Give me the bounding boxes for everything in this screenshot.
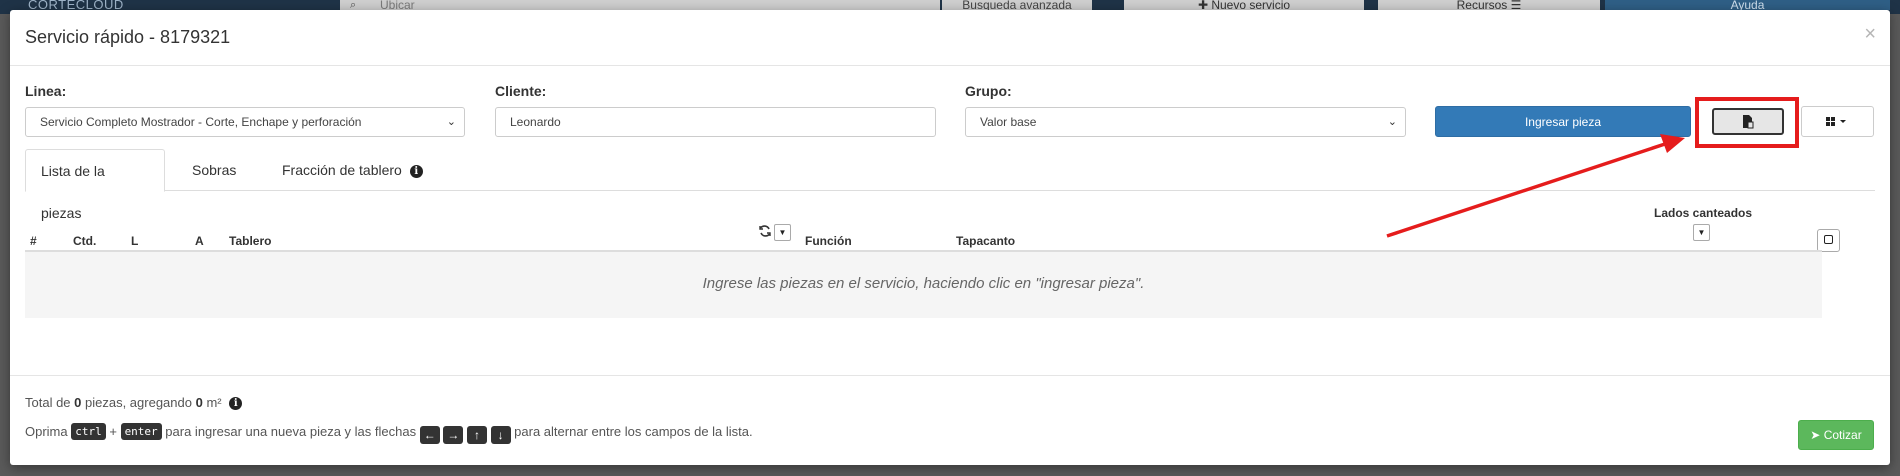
background-logo: CORTECLOUD	[28, 0, 124, 12]
linea-select[interactable]: Servicio Completo Mostrador - Corte, Enc…	[25, 107, 465, 137]
col-a: A	[195, 234, 204, 248]
total-m2: 0	[195, 395, 203, 410]
linea-select-value: Servicio Completo Mostrador - Corte, Enc…	[40, 115, 362, 129]
select-all-checkbox[interactable]	[1817, 229, 1840, 252]
totals-unit: m²	[202, 395, 222, 410]
col-tapacanto: Tapacanto	[956, 234, 1016, 248]
refresh-icon[interactable]	[758, 224, 772, 238]
lados-dropdown-button[interactable]: ▼	[1693, 224, 1710, 241]
totals-prefix: Total de	[25, 395, 75, 410]
info-icon[interactable]: i	[229, 397, 243, 410]
empty-message: Ingrese las piezas en el servicio, hacie…	[702, 275, 1145, 292]
tab-bar: Lista de la piezas Sobras Fracción de ta…	[25, 149, 1875, 221]
totals-mid: piezas, agregando	[81, 395, 196, 410]
col-funcion: Función	[805, 234, 852, 248]
background-new-service-button: ✚ Nuevo servicio	[1124, 0, 1364, 11]
quote-button[interactable]: ➤ Cotizar	[1798, 420, 1874, 450]
background-help-button: Ayuda	[1605, 0, 1890, 11]
cliente-input[interactable]: Leonardo	[495, 107, 936, 137]
background-resources-button: Recursos ☰	[1378, 0, 1600, 11]
col-qty: Ctd.	[73, 234, 97, 248]
view-options-button[interactable]	[1801, 106, 1874, 137]
tab-board-fraction[interactable]: Fracción de tablero i	[267, 149, 438, 191]
grupo-select-value: Valor base	[980, 115, 1037, 129]
grid-icon	[1826, 117, 1846, 126]
chevron-down-icon: ⌄	[1387, 116, 1397, 128]
col-l: L	[131, 234, 139, 248]
add-piece-button[interactable]: Ingresar pieza	[1435, 106, 1691, 137]
key-ctrl: ctrl	[71, 423, 106, 440]
table-empty-row: Ingrese las piezas en el servicio, hacie…	[25, 252, 1822, 318]
arrow-down-icon: ↓	[490, 426, 511, 444]
keyboard-hint: Oprima ctrl + enter para ingresar una nu…	[25, 423, 753, 444]
col-num: #	[30, 234, 37, 248]
col-tablero: Tablero	[229, 234, 272, 248]
tablero-dropdown-button[interactable]: ▼	[774, 224, 791, 241]
tab-pieces-list[interactable]: Lista de la piezas	[25, 149, 165, 221]
arrow-right-icon: →	[443, 426, 464, 444]
hint-prefix: Oprima	[25, 424, 72, 439]
background-search-input: Ubicar	[340, 0, 940, 11]
info-icon[interactable]: i	[409, 165, 423, 178]
tab-sobras[interactable]: Sobras	[177, 149, 251, 191]
arrow-up-icon: ↑	[466, 426, 487, 444]
quick-service-modal: Servicio rápido - 8179321 × Linea: Servi…	[10, 10, 1890, 465]
footer-divider	[10, 375, 1890, 376]
quote-button-label: Cotizar	[1823, 428, 1862, 442]
tab-pieces-list-label: Lista de la piezas	[41, 163, 105, 221]
hint-plus: +	[105, 424, 121, 439]
close-icon[interactable]: ×	[1864, 24, 1876, 44]
modal-title: Servicio rápido - 8179321	[25, 27, 231, 47]
arrow-left-icon: ←	[419, 426, 440, 444]
cliente-label: Cliente:	[495, 83, 547, 99]
tab-sobras-label: Sobras	[192, 162, 237, 178]
col-lados-canteados: Lados canteados	[1654, 206, 1753, 220]
hint-mid: para ingresar una nueva pieza y las flec…	[161, 424, 420, 439]
key-enter: enter	[120, 423, 162, 440]
chevron-down-icon: ⌄	[446, 116, 456, 128]
modal-header: Servicio rápido - 8179321 ×	[10, 10, 1890, 66]
background-search-icon: ⌕	[350, 0, 357, 11]
grupo-select[interactable]: Valor base ⌄	[965, 107, 1406, 137]
hint-suffix: para alternar entre los campos de la lis…	[510, 424, 753, 439]
totals-text: Total de 0 piezas, agregando 0 m² i	[25, 395, 243, 410]
linea-label: Linea:	[25, 83, 67, 99]
annotation-highlight-box	[1695, 97, 1799, 148]
send-icon: ➤	[1810, 428, 1821, 442]
grupo-label: Grupo:	[965, 83, 1012, 99]
tab-board-fraction-label: Fracción de tablero	[282, 162, 402, 178]
background-advanced-search-button: Busqueda avanzada	[942, 0, 1092, 11]
